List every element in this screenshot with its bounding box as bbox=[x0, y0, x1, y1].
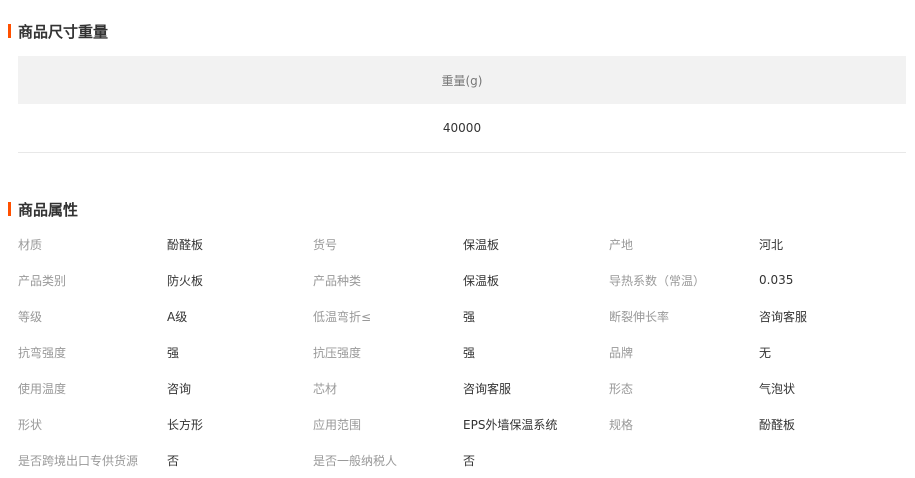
attribute-key: 材质 bbox=[18, 237, 43, 252]
attribute-value: 保温板 bbox=[463, 237, 500, 252]
size-weight-table: 重量(g) 40000 bbox=[18, 56, 906, 153]
attribute-key: 品牌 bbox=[609, 345, 634, 360]
attribute-value: 长方形 bbox=[167, 417, 204, 432]
table-header: 重量(g) bbox=[18, 56, 906, 104]
attribute-row: 等级 A级 低温弯折≤ 强 断裂伸长率 咨询客服 bbox=[18, 298, 908, 334]
product-attributes-grid: 材质 酚醛板 货号 保温板 产地 河北 产品类别 防火板 产品种类 保温板 导热… bbox=[18, 226, 908, 478]
attribute-value: 气泡状 bbox=[759, 381, 796, 396]
attribute-value: EPS外墙保温系统 bbox=[463, 417, 558, 432]
attribute-key: 形态 bbox=[609, 381, 634, 396]
weight-column-header: 重量(g) bbox=[441, 73, 483, 88]
attribute-key: 形状 bbox=[18, 417, 43, 432]
attribute-key: 抗压强度 bbox=[313, 345, 362, 360]
attribute-value: 咨询客服 bbox=[759, 309, 808, 324]
attribute-key: 是否一般纳税人 bbox=[313, 453, 398, 468]
attribute-key: 芯材 bbox=[313, 381, 338, 396]
attribute-key: 导热系数（常温） bbox=[609, 273, 706, 288]
attribute-row: 产品类别 防火板 产品种类 保温板 导热系数（常温） 0.035 bbox=[18, 262, 908, 298]
attribute-row: 使用温度 咨询 芯材 咨询客服 形态 气泡状 bbox=[18, 370, 908, 406]
attribute-row: 抗弯强度 强 抗压强度 强 品牌 无 bbox=[18, 334, 908, 370]
attribute-key: 等级 bbox=[18, 309, 43, 324]
section-title-text: 商品尺寸重量 bbox=[18, 22, 109, 41]
attribute-key: 规格 bbox=[609, 417, 634, 432]
attribute-value: 否 bbox=[167, 453, 180, 468]
attribute-key: 使用温度 bbox=[18, 381, 67, 396]
attribute-key: 断裂伸长率 bbox=[609, 309, 670, 324]
size-weight-section-title: 商品尺寸重量 bbox=[8, 22, 109, 41]
attribute-key: 产地 bbox=[609, 237, 634, 252]
attribute-row: 材质 酚醛板 货号 保温板 产地 河北 bbox=[18, 226, 908, 262]
attribute-value: 防火板 bbox=[167, 273, 204, 288]
attribute-key: 货号 bbox=[313, 237, 338, 252]
attribute-key: 产品类别 bbox=[18, 273, 67, 288]
attribute-row: 形状 长方形 应用范围 EPS外墙保温系统 规格 酚醛板 bbox=[18, 406, 908, 442]
section-accent-bar bbox=[8, 202, 11, 216]
attribute-value: 强 bbox=[167, 345, 180, 360]
attribute-value: 咨询 bbox=[167, 381, 192, 396]
attribute-value: 酚醛板 bbox=[167, 237, 204, 252]
section-accent-bar bbox=[8, 24, 11, 38]
attribute-key: 产品种类 bbox=[313, 273, 362, 288]
attribute-value: A级 bbox=[167, 309, 188, 324]
product-attributes-section-title: 商品属性 bbox=[8, 200, 79, 219]
attribute-value: 河北 bbox=[759, 237, 784, 252]
attribute-key: 低温弯折≤ bbox=[313, 309, 372, 324]
attribute-value: 强 bbox=[463, 309, 476, 324]
attribute-key: 应用范围 bbox=[313, 417, 362, 432]
attribute-value: 否 bbox=[463, 453, 476, 468]
attribute-value: 咨询客服 bbox=[463, 381, 512, 396]
table-row: 40000 bbox=[18, 104, 906, 153]
attribute-value: 保温板 bbox=[463, 273, 500, 288]
attribute-key: 是否跨境出口专供货源 bbox=[18, 453, 139, 468]
attribute-value: 强 bbox=[463, 345, 476, 360]
attribute-value: 0.035 bbox=[759, 273, 794, 287]
section-title-text: 商品属性 bbox=[18, 200, 79, 219]
attribute-row: 是否跨境出口专供货源 否 是否一般纳税人 否 bbox=[18, 442, 908, 478]
attribute-value: 无 bbox=[759, 345, 772, 360]
attribute-value: 酚醛板 bbox=[759, 417, 796, 432]
weight-value: 40000 bbox=[442, 121, 482, 135]
attribute-key: 抗弯强度 bbox=[18, 345, 67, 360]
